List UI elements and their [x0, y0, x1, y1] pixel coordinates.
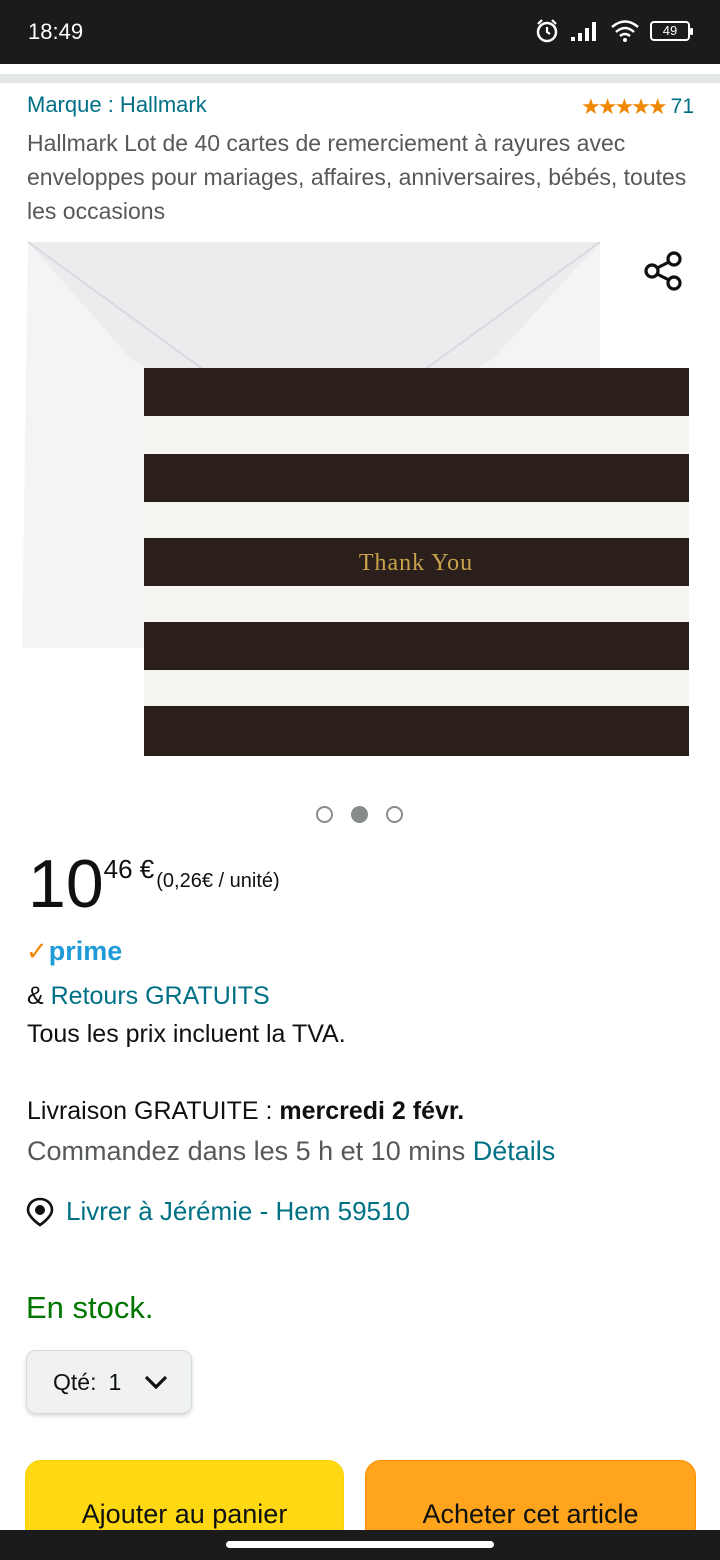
- quantity-value: 1: [108, 1368, 122, 1395]
- divider: [0, 74, 720, 83]
- pagination-dot[interactable]: [386, 806, 403, 823]
- delivery-label: Livraison GRATUITE :: [27, 1097, 280, 1125]
- status-time: 18:49: [28, 19, 84, 44]
- returns-prefix: &: [27, 982, 51, 1010]
- unit-price: (0,26€ / unité): [156, 870, 280, 892]
- image-pagination: [316, 806, 403, 823]
- deliver-to-link[interactable]: Livrer à Jérémie - Hem 59510: [26, 1196, 410, 1227]
- status-bar: 18:49 49: [0, 0, 720, 64]
- quantity-label: Qté:: [53, 1368, 97, 1395]
- stock-status: En stock.: [26, 1290, 154, 1325]
- chevron-down-icon: [145, 1375, 168, 1390]
- home-gesture-handle[interactable]: [226, 1541, 494, 1548]
- price-fraction: 46 €: [103, 854, 155, 884]
- delivery-date: mercredi 2 févr.: [279, 1097, 465, 1125]
- delivery-info: Livraison GRATUITE : mercredi 2 févr.: [27, 1097, 464, 1126]
- vat-note: Tous les prix incluent la TVA.: [27, 1020, 346, 1048]
- stars-icon: ★★★★★: [581, 94, 668, 119]
- share-icon[interactable]: [642, 250, 684, 292]
- signal-icon: [571, 22, 596, 41]
- pagination-dot-active[interactable]: [351, 806, 368, 823]
- details-link[interactable]: Détails: [473, 1136, 556, 1166]
- pagination-dot[interactable]: [316, 806, 333, 823]
- price: 10 46 € (0,26€ / unité): [28, 846, 280, 922]
- returns-line: & Retours GRATUITS: [27, 982, 270, 1011]
- free-returns-link[interactable]: Retours GRATUITS: [51, 982, 270, 1010]
- check-icon: ✓: [26, 936, 48, 966]
- battery-icon: 49: [650, 21, 693, 41]
- order-countdown: Commandez dans les 5 h et 10 mins Détail…: [27, 1136, 555, 1167]
- prime-label: prime: [48, 936, 123, 966]
- prime-badge: ✓ prime: [26, 936, 122, 967]
- location-pin-icon: [26, 1197, 54, 1227]
- battery-level: 49: [662, 23, 678, 38]
- product-image[interactable]: Thank You: [22, 240, 694, 760]
- wifi-icon: [611, 20, 639, 42]
- deliver-to-label: Livrer à Jérémie - Hem 59510: [66, 1196, 410, 1226]
- brand-link[interactable]: Marque : Hallmark: [27, 92, 207, 118]
- order-by-text: Commandez dans les 5 h et 10 mins: [27, 1136, 473, 1166]
- status-icons: 49: [534, 18, 693, 44]
- quantity-selector[interactable]: Qté: 1: [26, 1350, 192, 1414]
- alarm-icon: [536, 19, 558, 43]
- product-title: Hallmark Lot de 40 cartes de remerciemen…: [27, 130, 687, 224]
- rating[interactable]: ★★★★★ 71: [581, 94, 694, 120]
- price-whole: 10: [28, 846, 104, 922]
- card-thank-you-text: Thank You: [359, 550, 473, 576]
- rating-count: 71: [670, 95, 694, 118]
